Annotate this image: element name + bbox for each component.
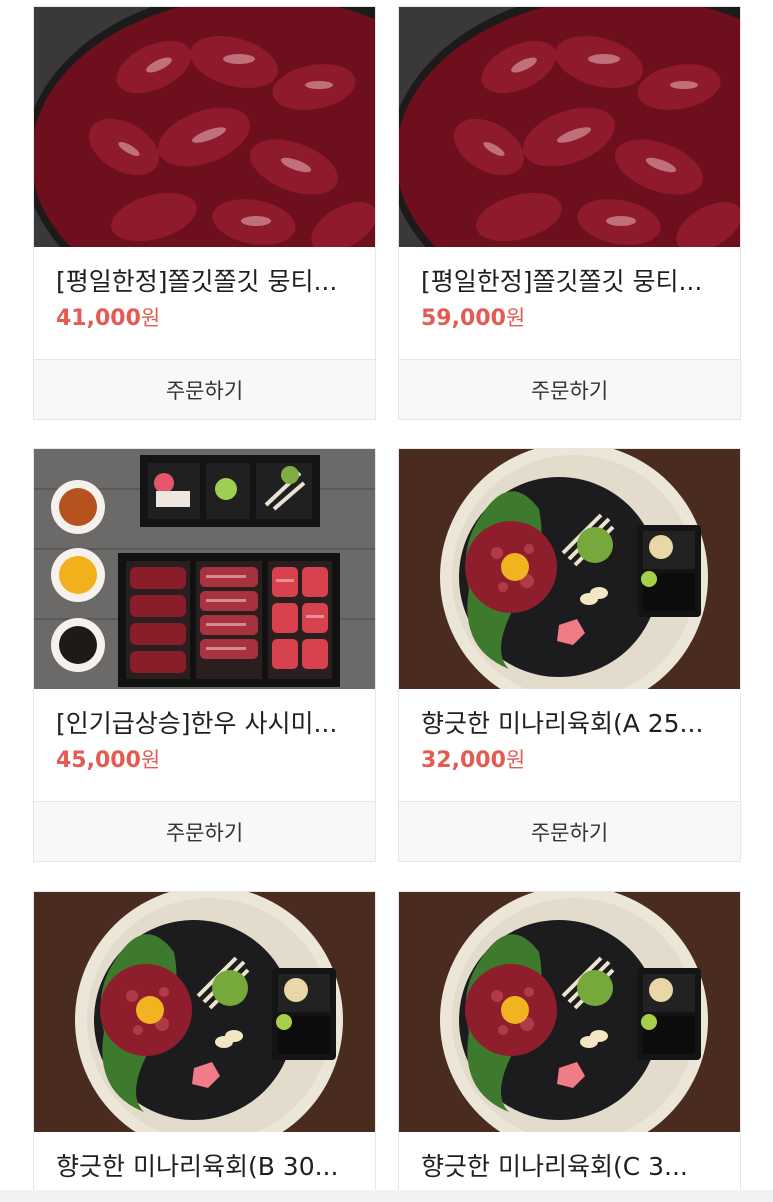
product-info: [평일한정]쫄깃쫄깃 뭉티... 41,000원 [34, 247, 375, 359]
product-price: 32,000원 [421, 748, 526, 773]
product-image-beef-sashimi-set[interactable] [34, 449, 375, 689]
product-image-sliced-raw-beef[interactable] [399, 7, 740, 247]
product-price: 41,000원 [56, 306, 161, 331]
product-name[interactable]: [평일한정]쫄깃쫄깃 뭉티... [421, 265, 718, 299]
product-card[interactable]: 향긋한 미나리육회(C 3... [398, 891, 741, 1202]
product-image-yukhoe-plate[interactable] [399, 892, 740, 1132]
order-button[interactable]: 주문하기 [399, 801, 740, 861]
product-price: 59,000원 [421, 306, 526, 331]
product-name[interactable]: [인기급상승]한우 사시미... [56, 707, 353, 741]
scroll-edge [0, 1190, 773, 1202]
order-button[interactable]: 주문하기 [34, 359, 375, 419]
product-card[interactable]: 향긋한 미나리육회(B 30... [33, 891, 376, 1202]
product-card[interactable]: 향긋한 미나리육회(A 25... 32,000원 주문하기 [398, 448, 741, 862]
order-button[interactable]: 주문하기 [399, 359, 740, 419]
product-card[interactable]: [인기급상승]한우 사시미... 45,000원 주문하기 [33, 448, 376, 862]
product-image-sliced-raw-beef[interactable] [34, 7, 375, 247]
product-info: 향긋한 미나리육회(A 25... 32,000원 [399, 689, 740, 801]
product-info: [인기급상승]한우 사시미... 45,000원 [34, 689, 375, 801]
product-card[interactable]: [평일한정]쫄깃쫄깃 뭉티... 59,000원 주문하기 [398, 6, 741, 420]
product-image-yukhoe-plate[interactable] [399, 449, 740, 689]
product-name[interactable]: 향긋한 미나리육회(A 25... [421, 707, 718, 741]
product-name[interactable]: 향긋한 미나리육회(B 30... [56, 1150, 353, 1184]
product-name[interactable]: [평일한정]쫄깃쫄깃 뭉티... [56, 265, 353, 299]
product-card[interactable]: [평일한정]쫄깃쫄깃 뭉티... 41,000원 주문하기 [33, 6, 376, 420]
product-info: [평일한정]쫄깃쫄깃 뭉티... 59,000원 [399, 247, 740, 359]
product-image-yukhoe-plate[interactable] [34, 892, 375, 1132]
product-name[interactable]: 향긋한 미나리육회(C 3... [421, 1150, 718, 1184]
product-price: 45,000원 [56, 748, 161, 773]
order-button[interactable]: 주문하기 [34, 801, 375, 861]
product-grid: [평일한정]쫄깃쫄깃 뭉티... 41,000원 주문하기 [평일한정]쫄깃쫄깃… [0, 0, 773, 1202]
